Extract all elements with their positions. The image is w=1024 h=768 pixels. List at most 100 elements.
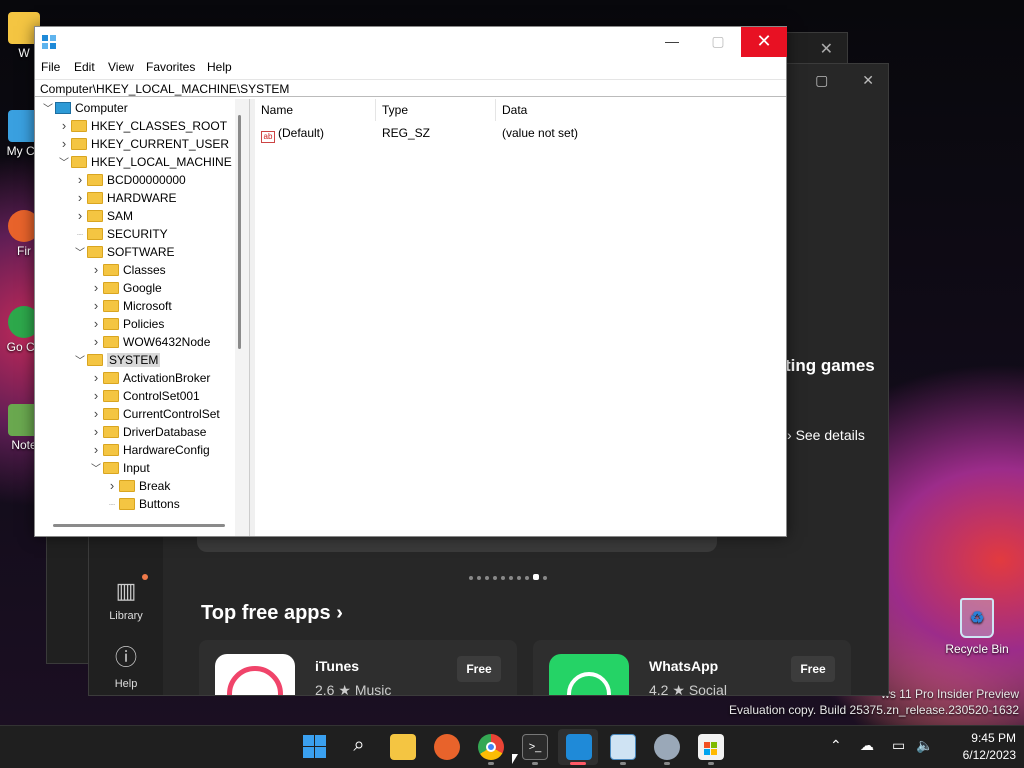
menu-favorites[interactable]: Favorites [146,60,195,74]
tree-node[interactable]: ﹀ HKEY_LOCAL_MACHINE [57,153,232,171]
tree-node[interactable]: › ActivationBroker [89,369,211,387]
app-card-whatsapp[interactable]: WhatsApp 4.2 ★ Social Free [533,640,851,695]
close-button[interactable]: ✕ [741,27,787,57]
tree-node[interactable]: › Break [105,477,171,495]
firefox-icon[interactable] [434,734,460,760]
chevron-down-icon[interactable]: ﹀ [89,461,103,479]
chevron-down-icon[interactable]: ﹀ [73,353,87,371]
registry-editor-window[interactable]: — ▢ ✕ File Edit View Favorites Help Comp… [34,26,787,537]
app-price-button[interactable]: Free [791,656,835,682]
folder-icon [103,408,119,420]
recycle-bin-label: Recycle Bin [945,642,1009,656]
tree-node[interactable]: › CurrentControlSet [89,405,220,423]
nav-library[interactable]: ▥ Library [89,578,163,622]
tree-node[interactable]: › WOW6432Node [89,333,211,351]
maximize-button[interactable]: ▢ [695,27,741,57]
network-icon[interactable]: ▭ [892,737,905,754]
tree-node[interactable]: › Google [89,279,162,297]
close-icon[interactable]: ✕ [820,39,833,59]
tree-node[interactable]: › HardwareConfig [89,441,210,459]
app-card-itunes[interactable]: iTunes 2.6 ★ Music Free [199,640,517,695]
tree-horizontal-scrollbar[interactable] [53,524,225,527]
chevron-down-icon[interactable]: ﹀ [73,245,87,263]
tree-node[interactable]: ﹀ SYSTEM [73,351,161,371]
menu-view[interactable]: View [108,60,134,74]
see-details-link[interactable]: › See details [787,427,865,443]
chevron-right-icon[interactable]: › [105,477,119,495]
chevron-right-icon[interactable]: › [89,315,103,333]
menu-edit[interactable]: Edit [74,60,95,74]
chevron-up-icon[interactable]: ⌃ [830,737,842,754]
tree-node[interactable]: › BCD00000000 [73,171,186,189]
registry-tree[interactable]: ﹀ Computer › HKEY_CLASSES_ROOT › HKEY_CURRENT… [37,99,249,536]
values-list[interactable]: Name Type Data ab (Default) REG_SZ (value… [255,99,784,536]
settings-icon[interactable] [654,734,680,760]
store-icon[interactable] [698,734,724,760]
tree-node-label: HARDWARE [107,191,177,205]
app-price-button[interactable]: Free [457,656,501,682]
file-explorer-icon[interactable] [390,734,416,760]
chevron-right-icon[interactable]: › [73,189,87,207]
tree-node[interactable]: › ControlSet001 [89,387,200,405]
column-header-name[interactable]: Name [255,99,376,121]
windows-start-icon[interactable] [302,734,328,760]
title-bar[interactable]: — ▢ ✕ [35,27,787,57]
menu-bar: File Edit View Favorites Help [35,57,786,79]
chevron-right-icon[interactable]: › [57,117,71,135]
chevron-right-icon[interactable]: › [89,333,103,351]
performance-monitor-icon[interactable] [610,734,636,760]
chevron-right-icon[interactable]: › [89,387,103,405]
chevron-right-icon[interactable]: › [73,207,87,225]
chevron-down-icon[interactable]: ﹀ [57,155,71,173]
column-header-type[interactable]: Type [376,99,496,121]
tree-node[interactable]: › HARDWARE [73,189,177,207]
running-indicator [532,762,538,765]
terminal-icon[interactable]: >_ [522,734,548,760]
chevron-right-icon[interactable]: › [89,405,103,423]
chevron-right-icon[interactable]: › [89,369,103,387]
menu-file[interactable]: File [41,60,60,74]
section-title[interactable]: Top free apps › [201,602,343,625]
chevron-right-icon[interactable]: › [57,135,71,153]
search-icon[interactable]: ⌕ [346,734,372,760]
section-title-label: Top free apps [201,602,331,624]
tree-node[interactable]: › Microsoft [89,297,172,315]
clock[interactable]: 9:45 PM 6/12/2023 [963,730,1016,764]
tree-node[interactable]: › SAM [73,207,133,225]
tree-node[interactable]: ﹀ Input [89,459,150,477]
chevron-right-icon[interactable]: › [73,171,87,189]
tree-node[interactable]: › Classes [89,261,166,279]
running-indicator [708,762,714,765]
tree-node[interactable]: › HKEY_CURRENT_USER [57,135,229,153]
maximize-icon[interactable]: ▢ [815,72,828,88]
tree-node[interactable]: ﹀ SOFTWARE [73,243,175,261]
close-icon[interactable]: ✕ [862,72,874,88]
carousel-pager[interactable] [469,569,551,583]
string-value-icon: ab [261,131,275,143]
chevron-right-icon[interactable]: › [89,261,103,279]
volume-icon[interactable]: 🔈 [916,737,933,754]
tree-node[interactable]: ┈ SECURITY [73,225,168,243]
chrome-icon[interactable] [478,734,504,760]
folder-icon [71,120,87,132]
menu-help[interactable]: Help [207,60,232,74]
onedrive-icon[interactable]: ☁ [860,737,874,754]
tree-node[interactable]: › HKEY_CLASSES_ROOT [57,117,227,135]
tree-node-label: Microsoft [123,299,172,313]
tree-node[interactable]: ┈ Buttons [105,495,180,513]
regedit-icon[interactable] [566,734,592,760]
chevron-right-icon[interactable]: › [89,279,103,297]
desktop-icon-recycle-bin[interactable]: ♻ Recycle Bin [944,598,1010,656]
minimize-button[interactable]: — [649,27,695,57]
chevron-right-icon[interactable]: › [89,423,103,441]
tree-node[interactable]: ﹀ Computer [41,99,128,117]
chevron-right-icon[interactable]: › [89,441,103,459]
nav-help[interactable]: ⓘ Help [89,640,163,690]
tree-node[interactable]: › DriverDatabase [89,423,207,441]
chevron-right-icon[interactable]: › [89,297,103,315]
tree-vertical-scrollbar[interactable] [238,115,241,349]
tree-node[interactable]: › Policies [89,315,165,333]
address-bar[interactable]: Computer\HKEY_LOCAL_MACHINE\SYSTEM [35,79,786,97]
chevron-down-icon[interactable]: ﹀ [41,101,55,119]
column-header-data[interactable]: Data [496,99,782,121]
